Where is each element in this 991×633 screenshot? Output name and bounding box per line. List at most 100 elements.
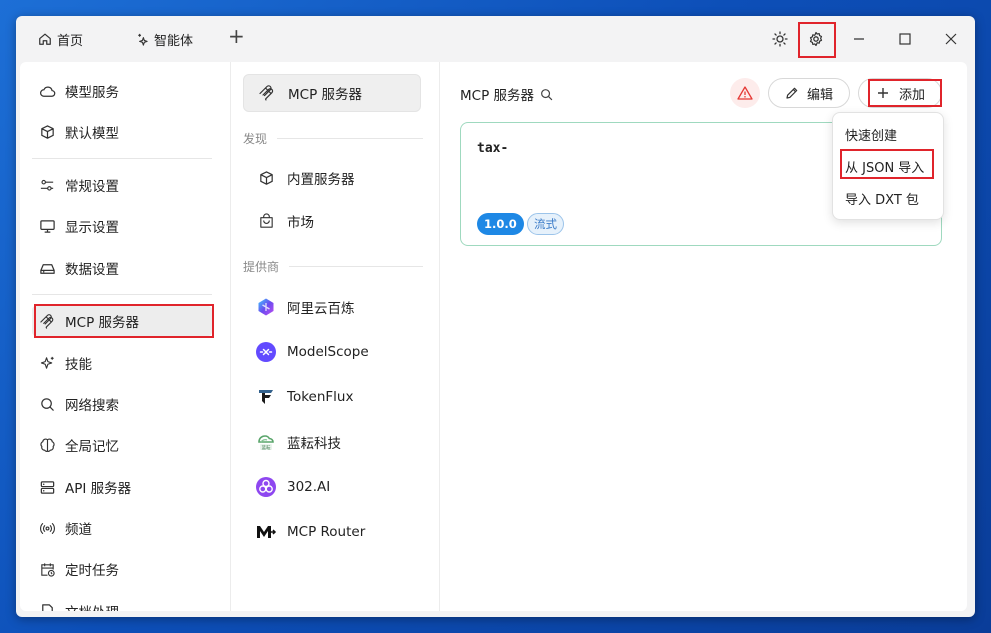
title-bar: 首页 智能体 + xyxy=(16,16,975,62)
tab-label: 首页 xyxy=(57,33,84,49)
nav-divider xyxy=(32,158,212,159)
nav-label: 常规设置 xyxy=(65,179,119,195)
search-icon xyxy=(38,395,56,413)
sun-icon xyxy=(772,31,788,47)
subnav-label: 阿里云百炼 xyxy=(287,301,355,317)
provider-302ai[interactable]: 302.AI xyxy=(243,469,421,505)
nav-item-data-settings[interactable]: 数据设置 xyxy=(32,253,212,283)
plus-icon xyxy=(878,88,888,98)
subnav-label: 市场 xyxy=(287,215,314,231)
menu-item-quick-create[interactable]: 快速创建 xyxy=(845,125,897,144)
add-dropdown-menu: 快速创建 从 JSON 导入 导入 DXT 包 xyxy=(832,112,944,220)
tab-home[interactable]: 首页 xyxy=(38,29,83,49)
provider-lanyun[interactable]: 蓝耘 蓝耘科技 xyxy=(243,424,421,460)
nav-item-skills[interactable]: 技能 xyxy=(32,348,212,378)
add-label: 添加 xyxy=(899,87,926,103)
nav-item-model-services[interactable]: 模型服务 xyxy=(32,76,212,106)
tab-label: 智能体 xyxy=(154,33,194,49)
subnav-label: MCP 服务器 xyxy=(288,87,363,103)
302ai-logo-icon xyxy=(255,476,277,498)
edit-label: 编辑 xyxy=(807,87,834,103)
add-button[interactable]: 添加 xyxy=(858,78,942,108)
nav-item-default-model[interactable]: 默认模型 xyxy=(32,117,212,147)
document-icon xyxy=(38,602,56,611)
nav-item-web-search[interactable]: 网络搜索 xyxy=(32,389,212,419)
home-icon xyxy=(39,33,51,45)
sparkles-icon xyxy=(38,354,56,372)
warning-button[interactable] xyxy=(730,78,760,108)
mcp-subnav: MCP 服务器 发现 内置服务器 市场 提供商 阿里云百炼 ModelScope xyxy=(231,62,440,611)
plus-icon: + xyxy=(228,24,245,48)
maximize-icon xyxy=(899,33,911,45)
provider-bailian[interactable]: 阿里云百炼 xyxy=(243,289,421,325)
minimize-button[interactable] xyxy=(841,22,877,56)
nav-label: 数据设置 xyxy=(65,262,119,278)
maximize-button[interactable] xyxy=(887,22,923,56)
nav-item-display-settings[interactable]: 显示设置 xyxy=(32,211,212,241)
warning-icon xyxy=(737,86,753,100)
subnav-marketplace[interactable]: 市场 xyxy=(243,203,421,239)
subnav-label: TokenFlux xyxy=(287,389,354,405)
nav-label: 文档处理 xyxy=(65,601,119,611)
tab-agents[interactable]: 智能体 xyxy=(134,29,193,49)
nav-label: 定时任务 xyxy=(65,563,119,579)
mcp-router-logo-icon xyxy=(255,521,277,543)
nav-item-document-processing[interactable]: 文档处理 xyxy=(32,596,212,611)
page-title-text: MCP 服务器 xyxy=(460,88,535,104)
close-icon xyxy=(945,33,957,45)
app-window: 首页 智能体 + 模型服务 默认模型 常规设置 显示设置 数据设置 MCP 服务… xyxy=(16,16,975,617)
nav-item-api-server[interactable]: API 服务器 xyxy=(32,472,212,502)
nav-label: 全局记忆 xyxy=(65,439,119,455)
lanyun-logo-icon: 蓝耘 xyxy=(255,431,277,453)
nav-label: MCP 服务器 xyxy=(65,315,140,331)
package-icon xyxy=(255,167,277,189)
edit-button[interactable]: 编辑 xyxy=(768,78,850,108)
nav-item-general-settings[interactable]: 常规设置 xyxy=(32,170,212,200)
provider-tokenflux[interactable]: TokenFlux xyxy=(243,379,421,415)
bailian-logo-icon xyxy=(255,296,277,318)
menu-item-import-json[interactable]: 从 JSON 导入 xyxy=(845,157,924,176)
minimize-icon xyxy=(854,38,864,40)
subnav-mcp-servers[interactable]: MCP 服务器 xyxy=(243,74,421,112)
subnav-label: ModelScope xyxy=(287,344,369,360)
search-icon[interactable] xyxy=(540,88,553,101)
nav-label: 技能 xyxy=(65,357,92,373)
menu-item-import-dxt[interactable]: 导入 DXT 包 xyxy=(845,189,919,208)
new-tab-button[interactable]: + xyxy=(228,24,245,48)
section-label: 提供商 xyxy=(243,260,280,274)
gear-icon xyxy=(809,31,823,47)
page-title: MCP 服务器 xyxy=(460,84,553,104)
brain-icon xyxy=(38,436,56,454)
server-icon xyxy=(38,478,56,496)
nav-label: 网络搜索 xyxy=(65,398,119,414)
shopping-bag-icon xyxy=(255,210,277,232)
cube-icon xyxy=(38,123,56,141)
nav-item-channels[interactable]: 频道 xyxy=(32,513,212,543)
nav-item-scheduled-tasks[interactable]: 定时任务 xyxy=(32,554,212,584)
server-name: tax- xyxy=(477,141,509,156)
pencil-icon xyxy=(786,87,798,99)
provider-mcp-router[interactable]: MCP Router xyxy=(243,514,421,550)
providers-heading: 提供商 xyxy=(243,258,423,275)
settings-nav: 模型服务 默认模型 常规设置 显示设置 数据设置 MCP 服务器 技能 网络搜索… xyxy=(20,62,231,611)
theme-toggle-button[interactable] xyxy=(762,22,798,56)
subnav-label: 蓝耘科技 xyxy=(287,436,341,452)
main-panel: MCP 服务器 编辑 添加 tax- 1.0.0 流式 快速创建 从 JSON … xyxy=(440,62,967,611)
mcp-icon xyxy=(256,82,278,104)
nav-item-mcp-servers[interactable]: MCP 服务器 xyxy=(32,306,212,336)
subnav-label: MCP Router xyxy=(287,524,366,540)
sparkle-icon xyxy=(138,33,148,46)
nav-label: 频道 xyxy=(65,522,92,538)
mcp-icon xyxy=(38,312,56,330)
version-badge: 1.0.0 xyxy=(477,213,524,235)
subnav-builtin-servers[interactable]: 内置服务器 xyxy=(243,160,421,196)
nav-label: 模型服务 xyxy=(65,85,119,101)
tokenflux-logo-icon xyxy=(255,386,277,408)
close-button[interactable] xyxy=(933,22,969,56)
settings-button[interactable] xyxy=(798,22,834,56)
subnav-label: 内置服务器 xyxy=(287,172,355,188)
modelscope-logo-icon xyxy=(255,341,277,363)
nav-item-global-memory[interactable]: 全局记忆 xyxy=(32,430,212,460)
provider-modelscope[interactable]: ModelScope xyxy=(243,334,421,370)
calendar-clock-icon xyxy=(38,560,56,578)
